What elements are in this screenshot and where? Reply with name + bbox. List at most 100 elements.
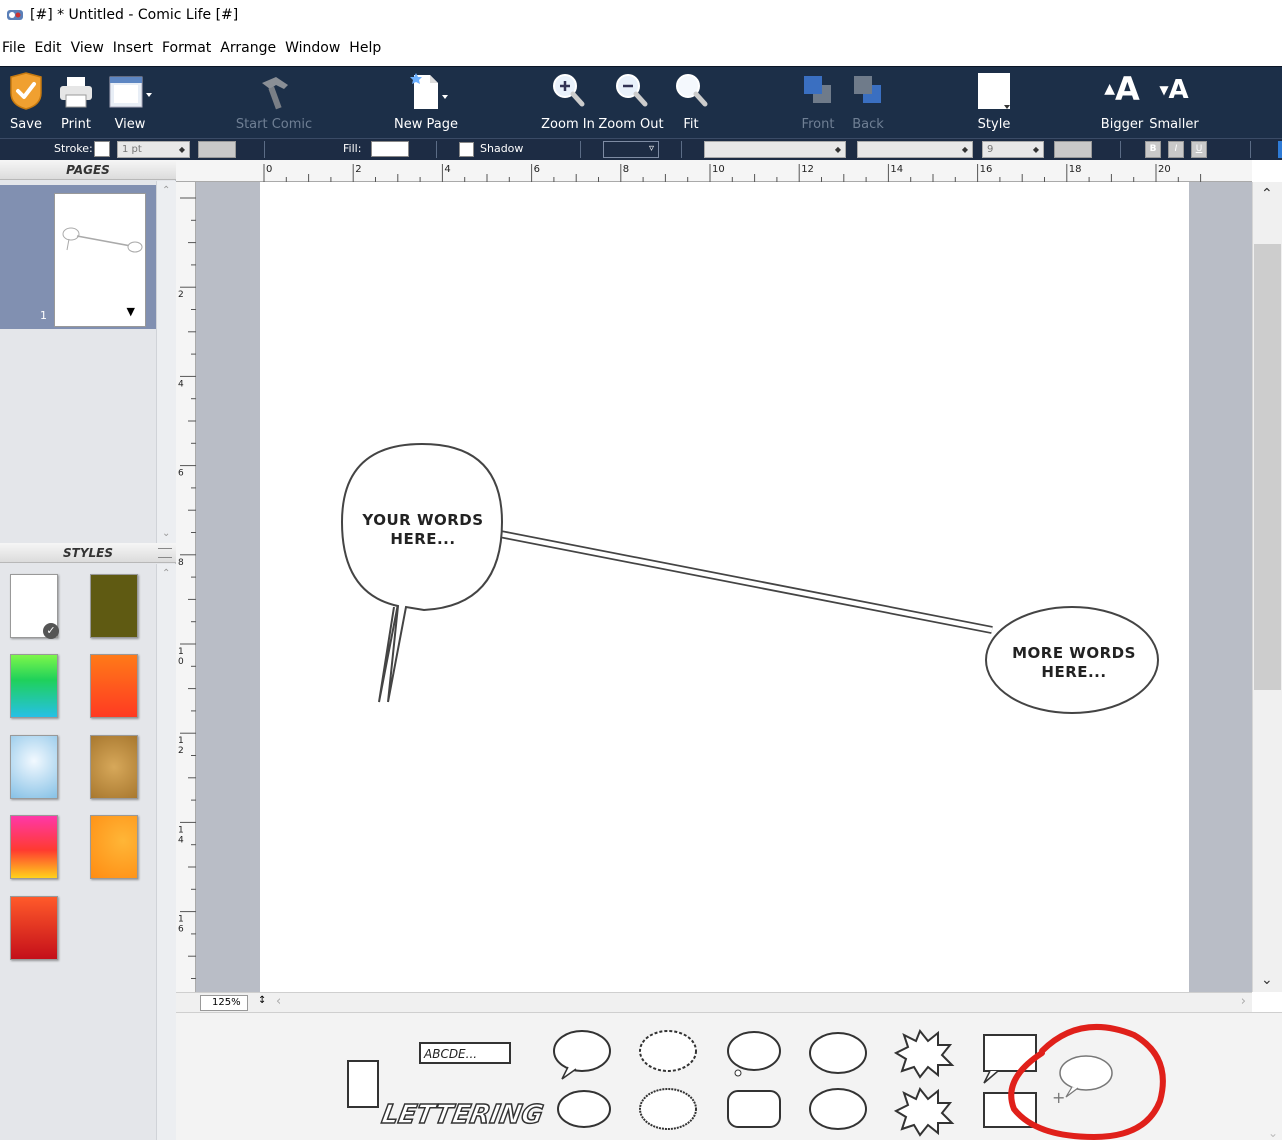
page-menu-arrow-icon[interactable]: ▼	[127, 305, 135, 318]
canvas-horizontal-bar: 125% ↕ ‹ ›	[176, 992, 1252, 1012]
new-page-icon	[410, 73, 448, 109]
speech-bubble-2[interactable]: MORE WORDS HERE...	[985, 606, 1159, 714]
style-swatch-tan-texture[interactable]	[90, 735, 138, 799]
speech-balloon-alt-item[interactable]	[557, 1090, 611, 1128]
menu-help[interactable]: Help	[347, 40, 388, 56]
stroke-label: Stroke:	[54, 142, 93, 155]
burst-balloon-item[interactable]	[893, 1029, 955, 1079]
style-swatch-light-blue[interactable]	[10, 735, 58, 799]
zoom-stepper-icon[interactable]: ↕	[258, 995, 266, 1006]
style-swatch-red-gradient[interactable]	[10, 896, 58, 960]
printer-icon	[60, 77, 92, 108]
ruler-label: 6	[178, 925, 184, 935]
fill-label: Fill:	[343, 142, 362, 155]
separator	[580, 141, 581, 158]
ruler-label: 6	[178, 469, 184, 479]
style-swatch-olive[interactable]	[90, 574, 138, 638]
fill-color-well[interactable]	[371, 141, 409, 157]
page-thumbnail[interactable]: ▼	[54, 193, 146, 327]
dragged-balloon-item[interactable]: +	[1052, 1055, 1113, 1107]
lettering-item[interactable]: LETTERING	[379, 1099, 547, 1130]
scroll-down-icon[interactable]: ⌄	[162, 528, 170, 539]
comic-page[interactable]: YOUR WORDS HERE... MORE WORDS HERE...	[260, 182, 1189, 992]
ruler-label: 2	[355, 164, 361, 175]
ruler-label: 0	[266, 164, 272, 175]
zoom-out-button[interactable]: Zoom Out	[598, 67, 664, 139]
font-family-select[interactable]	[704, 141, 846, 158]
separator	[1250, 141, 1251, 158]
stroke-color-well[interactable]	[94, 141, 110, 157]
view-button[interactable]: View	[104, 67, 156, 139]
bring-front-button[interactable]: Front	[794, 67, 842, 139]
styles-scrollbar[interactable]: ⌃	[156, 564, 176, 1140]
style-swatch-pink-yellow[interactable]	[10, 815, 58, 879]
menu-file[interactable]: File	[0, 40, 32, 56]
style-swatch-green-rainbow[interactable]	[10, 654, 58, 718]
rectangle-balloon-item[interactable]	[983, 1034, 1037, 1084]
ruler-label: 2	[178, 746, 184, 756]
stroke-style-well[interactable]	[198, 141, 236, 158]
palette-scroll-icon[interactable]: ⌄	[1268, 1126, 1278, 1140]
canvas-vertical-scrollbar[interactable]: ⌃ ⌄	[1252, 182, 1282, 992]
shadow-style-dropdown[interactable]: ▿	[603, 141, 659, 158]
new-page-button[interactable]: New Page	[388, 67, 464, 139]
style-swatch-orange-dots[interactable]	[90, 815, 138, 879]
send-back-button[interactable]: Back	[844, 67, 892, 139]
style-swatch-icon	[978, 73, 1010, 109]
speech-bubble-1[interactable]: YOUR WORDS HERE...	[340, 442, 504, 703]
text-color-well[interactable]	[1054, 141, 1092, 158]
styles-menu-icon[interactable]	[158, 548, 172, 558]
comic-life-window: [#] * Untitled - Comic Life [#] File Edi…	[0, 0, 1282, 1140]
menu-edit[interactable]: Edit	[32, 40, 68, 56]
style-swatch-orange-red[interactable]	[90, 654, 138, 718]
page-thumbnail-row[interactable]: ▼ 1	[0, 185, 156, 329]
scroll-down-icon[interactable]: ⌄	[1261, 972, 1273, 988]
scroll-thumb[interactable]	[1254, 244, 1281, 690]
stroke-width-select[interactable]: 1 pt	[117, 141, 190, 158]
speech-balloon-item[interactable]	[553, 1030, 611, 1080]
whisper-balloon-item[interactable]	[639, 1030, 697, 1072]
scallop-balloon-item[interactable]	[639, 1088, 697, 1130]
scroll-left-icon[interactable]: ‹	[276, 994, 281, 1009]
rounded-rect-balloon-item[interactable]	[727, 1090, 781, 1128]
bubble-connector[interactable]	[499, 530, 993, 634]
start-comic-button[interactable]: Start Comic	[232, 67, 316, 139]
alignment-control[interactable]	[1278, 141, 1282, 158]
zoom-level-field[interactable]: 125%	[200, 995, 248, 1011]
scroll-right-icon[interactable]: ›	[1241, 994, 1246, 1009]
menu-insert[interactable]: Insert	[111, 40, 160, 56]
menu-format[interactable]: Format	[160, 40, 218, 56]
font-size-select[interactable]: 9	[982, 141, 1044, 158]
print-button[interactable]: Print	[52, 67, 100, 139]
style-button[interactable]: Style	[966, 67, 1022, 139]
shadow-checkbox[interactable]	[459, 142, 474, 157]
zoom-in-button[interactable]: Zoom In	[540, 67, 596, 139]
pages-scrollbar[interactable]: ⌃ ⌄	[156, 181, 176, 543]
oval-balloon-item[interactable]	[809, 1032, 867, 1074]
horizontal-ruler-ticks: 0 2 4 6 8 10 12 14 16 18 20	[263, 164, 1202, 182]
burst-balloon-alt-item[interactable]	[893, 1087, 955, 1137]
smaller-button[interactable]: ▼A Smaller	[1148, 67, 1200, 139]
fit-button[interactable]: Fit	[668, 67, 714, 139]
underline-button[interactable]: U	[1191, 141, 1207, 158]
cloud-balloon-item[interactable]	[809, 1088, 867, 1130]
menu-view[interactable]: View	[69, 40, 111, 56]
thought-balloon-item[interactable]	[727, 1031, 781, 1077]
ruler-label: 8	[178, 558, 184, 568]
panel-item[interactable]	[347, 1060, 379, 1108]
bold-button[interactable]: B	[1145, 141, 1161, 158]
font-style-select[interactable]	[857, 141, 973, 158]
menu-arrange[interactable]: Arrange	[218, 40, 283, 56]
ruler-label: 1	[178, 647, 184, 657]
add-cursor-icon: +	[1052, 1088, 1065, 1107]
italic-button[interactable]: I	[1168, 141, 1184, 158]
caption-item[interactable]: ABCDE...	[419, 1042, 511, 1064]
scroll-up-icon[interactable]: ⌃	[1261, 186, 1273, 202]
save-button[interactable]: Save	[2, 67, 50, 139]
dropdown-arrow-icon: ▿	[648, 143, 654, 154]
bigger-button[interactable]: ▲A Bigger	[1098, 67, 1146, 139]
scroll-up-icon[interactable]: ⌃	[162, 568, 170, 579]
style-swatch-white[interactable]: ✓	[10, 574, 59, 639]
menu-window[interactable]: Window	[283, 40, 347, 56]
scroll-up-icon[interactable]: ⌃	[162, 185, 170, 196]
